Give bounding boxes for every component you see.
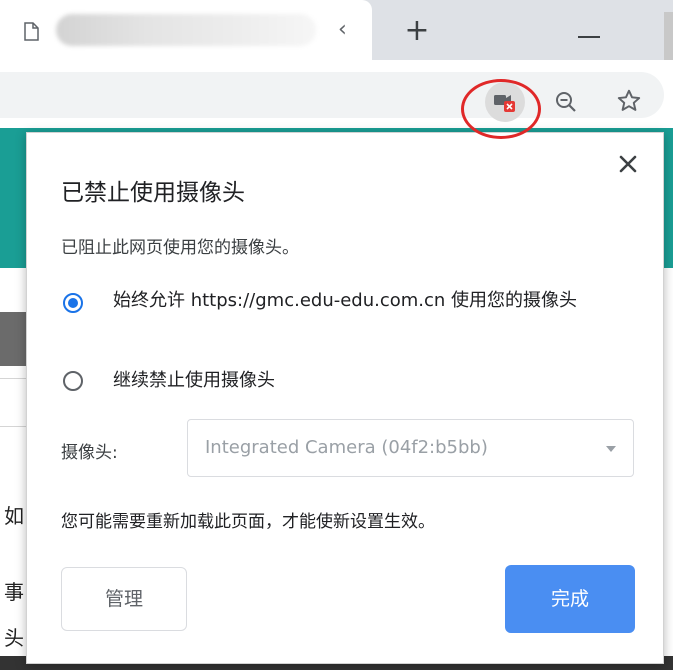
bubble-subtitle: 已阻止此网页使用您的摄像头。	[61, 238, 299, 258]
minimize-icon[interactable]	[578, 36, 600, 38]
bubble-title: 已禁止使用摄像头	[61, 180, 245, 206]
done-button[interactable]: 完成	[505, 565, 635, 633]
active-tab[interactable]: ‹	[0, 0, 372, 60]
page-text-fragment: 头	[4, 626, 24, 650]
radio-keep-blocking[interactable]	[63, 371, 83, 391]
close-icon[interactable]	[615, 151, 641, 177]
radio-always-allow[interactable]	[63, 293, 83, 313]
camera-select-label: 摄像头:	[61, 443, 118, 463]
camera-permission-bubble: 已禁止使用摄像头 已阻止此网页使用您的摄像头。 始终允许 https://gmc…	[26, 132, 664, 664]
star-icon[interactable]	[616, 88, 642, 114]
screenshot-frame: ‹ + 如 事 头 已禁止使用摄像头 已阻止此网页使用您的摄像头。 始终允许 h…	[0, 0, 673, 670]
dropdown-arrow-icon	[606, 446, 616, 452]
camera-select[interactable]: Integrated Camera (04f2:b5bb)	[187, 419, 634, 477]
page-icon	[24, 22, 39, 41]
zoom-out-icon[interactable]	[554, 90, 578, 114]
window-edge	[664, 12, 673, 60]
option-keep-blocking-label[interactable]: 继续禁止使用摄像头	[113, 367, 275, 394]
tab-strip: ‹ +	[0, 0, 673, 60]
reload-note: 您可能需要重新加载此页面，才能使新设置生效。	[61, 512, 435, 532]
page-text-fragment: 如	[4, 504, 24, 528]
option-always-allow-label[interactable]: 始终允许 https://gmc.edu-edu.com.cn 使用您的摄像头	[113, 287, 603, 314]
new-tab-button[interactable]: +	[398, 12, 436, 50]
camera-select-value: Integrated Camera (04f2:b5bb)	[205, 437, 488, 458]
manage-button[interactable]: 管理	[61, 567, 187, 631]
tab-title-redacted	[56, 14, 316, 46]
tab-close-icon[interactable]: ‹	[338, 18, 347, 42]
annotation-highlight-ring	[461, 79, 541, 139]
toolbar	[0, 60, 673, 128]
page-text-fragment: 事	[4, 580, 24, 604]
